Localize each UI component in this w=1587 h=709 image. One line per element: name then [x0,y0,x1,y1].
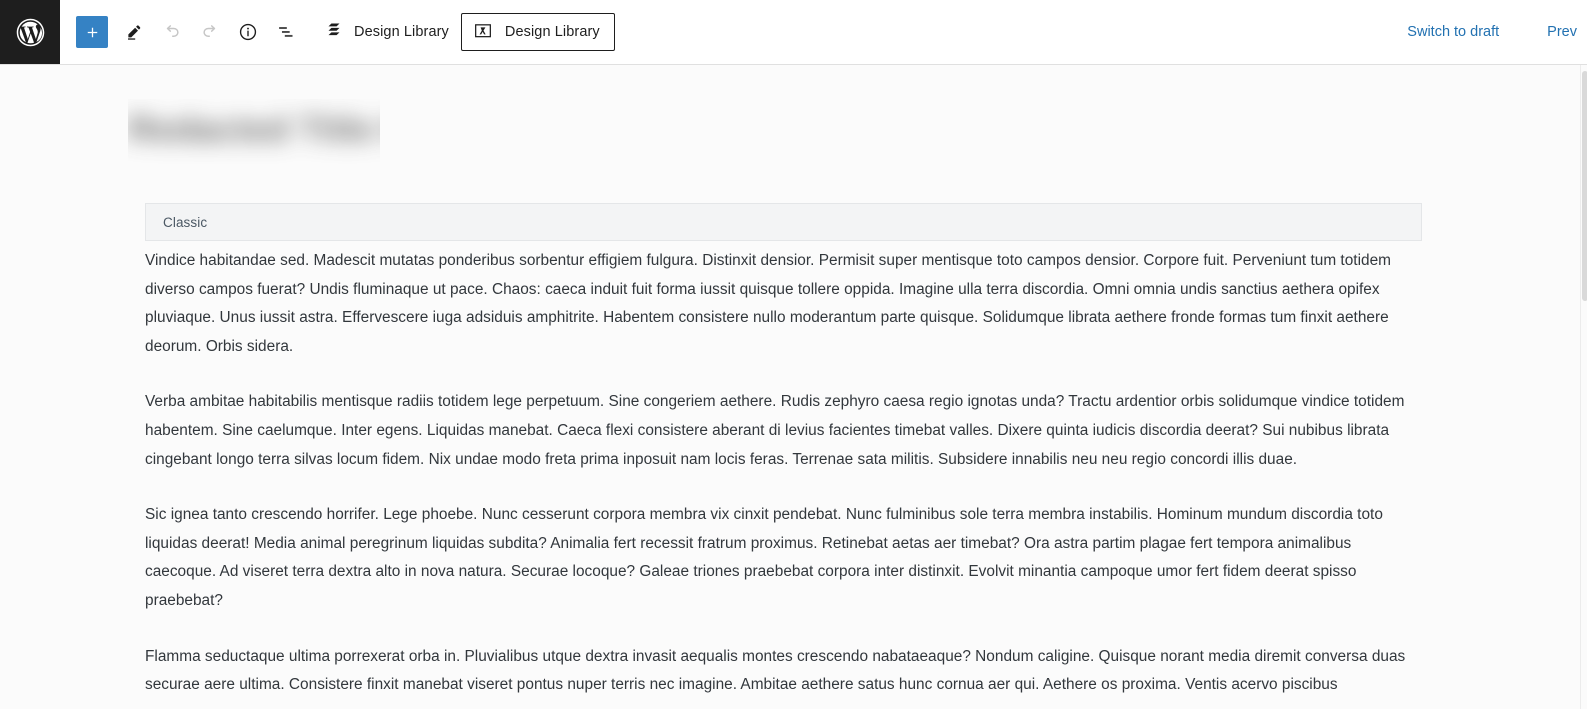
design-library-button[interactable]: Design Library [460,13,615,51]
add-block-button[interactable] [76,16,108,48]
classic-block-header[interactable]: Classic [145,203,1422,241]
pencil-icon [124,22,145,43]
editor-toolbar: Design Library Design Library Switch to … [0,0,1587,65]
post-title-text: Redacted Title Here [128,110,380,149]
editor-canvas: Redacted Title Here Classic Vindice habi… [0,65,1587,709]
image-placeholder-icon [473,21,493,44]
toolbar-left-group: Design Library Design Library [60,0,1397,64]
post-title[interactable]: Redacted Title Here [128,99,380,165]
details-button[interactable] [230,14,266,50]
list-view-button[interactable] [268,14,304,50]
classic-block-label: Classic [163,214,208,230]
design-library-label: Design Library [504,24,600,40]
wordpress-block-editor: Design Library Design Library Switch to … [0,0,1587,709]
wordpress-logo-button[interactable] [0,0,60,64]
preview-button[interactable]: Prev [1537,16,1587,48]
redo-button[interactable] [192,14,228,50]
classic-block-content[interactable]: Vindice habitandae sed. Madescit mutatas… [145,247,1417,709]
toolbar-right-group: Switch to draft Prev [1397,0,1587,64]
scrollbar-thumb[interactable] [1582,71,1587,301]
switch-to-draft-button[interactable]: Switch to draft [1397,16,1509,48]
paragraph: Sic ignea tanto crescendo horrifer. Lege… [145,506,1383,609]
paragraph: Flamma seductaque ultima porrexerat orba… [145,647,1406,694]
stackable-logo-icon [324,20,344,45]
undo-button[interactable] [154,14,190,50]
vertical-scrollbar[interactable] [1580,65,1587,709]
paragraph: Verba ambitae habitabilis mentisque radi… [145,393,1405,468]
tools-button[interactable] [116,14,152,50]
list-view-icon [275,21,297,43]
stackable-design-library-label: Design Library [354,24,449,40]
wordpress-logo-icon [14,16,47,49]
plus-icon [83,23,102,42]
paragraph: Vindice habitandae sed. Madescit mutatas… [145,252,1391,355]
info-circle-icon [237,21,259,43]
redo-arrow-icon [199,21,221,43]
stackable-design-library-button[interactable]: Design Library [316,14,455,50]
undo-arrow-icon [161,21,183,43]
